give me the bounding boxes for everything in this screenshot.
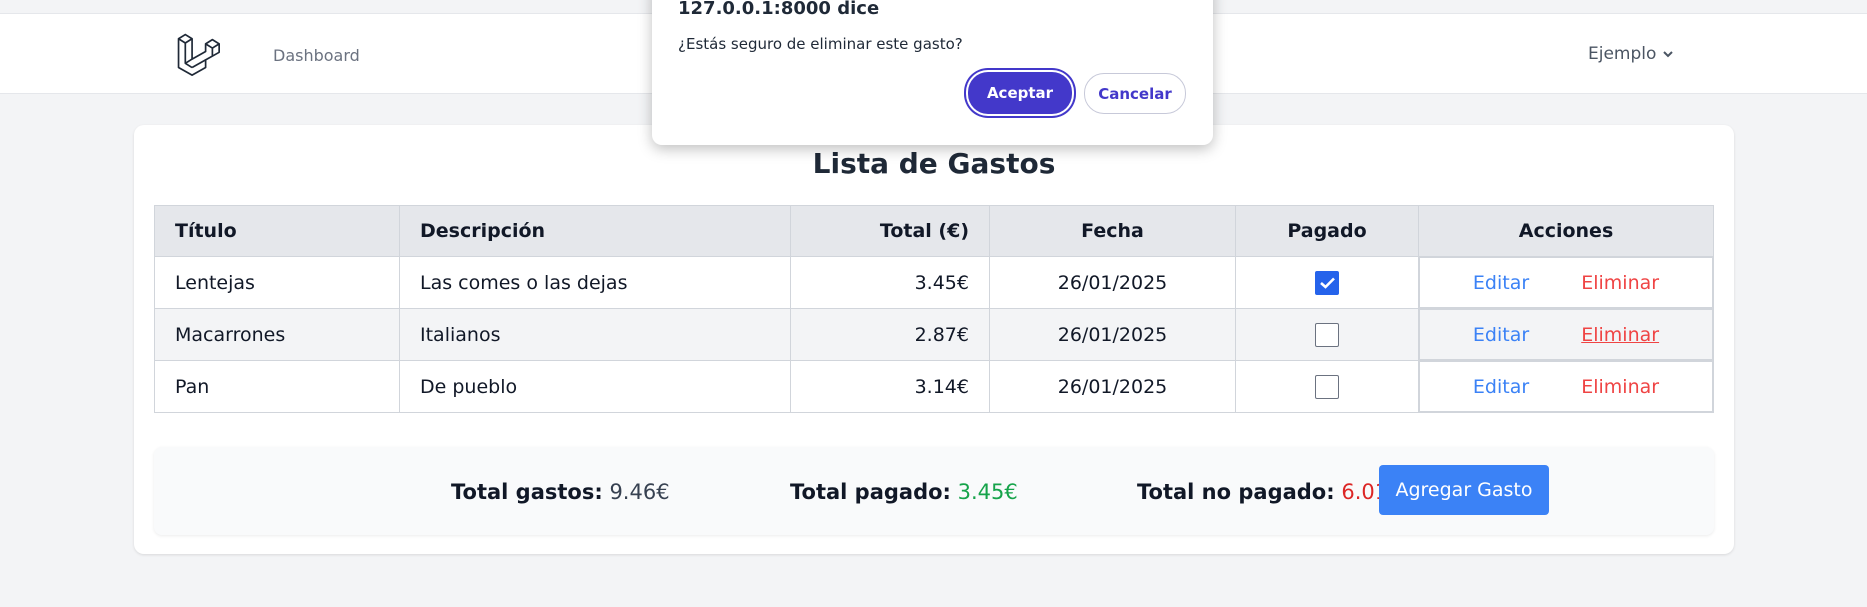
nav-dashboard-link[interactable]: Dashboard	[273, 46, 360, 65]
cell-acciones: Editar Eliminar	[1418, 308, 1714, 361]
total-gastos-label: Total gastos:	[451, 480, 603, 504]
checkmark-icon	[1320, 277, 1335, 289]
table-row: Pan De pueblo 3.14€ 26/01/2025 Editar El…	[154, 360, 1714, 413]
user-menu[interactable]: Ejemplo	[1588, 44, 1674, 64]
table-row: Macarrones Italianos 2.87€ 26/01/2025 Ed…	[154, 308, 1714, 361]
delete-link[interactable]: Eliminar	[1581, 324, 1659, 346]
cell-acciones: Editar Eliminar	[1418, 360, 1714, 413]
laravel-logo-icon[interactable]	[176, 32, 220, 76]
cancel-button[interactable]: Cancelar	[1084, 73, 1186, 114]
cell-titulo: Macarrones	[154, 308, 400, 361]
cell-descripcion: Las comes o las dejas	[399, 256, 791, 309]
cell-total: 2.87€	[790, 308, 990, 361]
expenses-table: Título Descripción Total (€) Fecha Pagad…	[154, 205, 1714, 413]
cell-descripcion: De pueblo	[399, 360, 791, 413]
chevron-down-icon	[1663, 51, 1674, 58]
total-pagado-value: 3.45€	[957, 480, 1018, 504]
header-titulo: Título	[154, 205, 400, 257]
edit-link[interactable]: Editar	[1473, 376, 1529, 398]
edit-link[interactable]: Editar	[1473, 324, 1529, 346]
page-title: Lista de Gastos	[812, 147, 1056, 180]
delete-link[interactable]: Eliminar	[1581, 376, 1659, 398]
cell-pagado	[1235, 308, 1419, 361]
header-descripcion: Descripción	[399, 205, 791, 257]
total-gastos: Total gastos: 9.46€	[451, 480, 670, 504]
cell-fecha: 26/01/2025	[989, 360, 1236, 413]
table-row: Lentejas Las comes o las dejas 3.45€ 26/…	[154, 256, 1714, 309]
cell-descripcion: Italianos	[399, 308, 791, 361]
header-acciones: Acciones	[1418, 205, 1714, 257]
delete-link[interactable]: Eliminar	[1581, 272, 1659, 294]
paid-checkbox[interactable]	[1315, 270, 1339, 295]
table-header-row: Título Descripción Total (€) Fecha Pagad…	[154, 205, 1714, 257]
total-no-pagado-label: Total no pagado:	[1137, 480, 1335, 504]
cell-titulo: Lentejas	[154, 256, 400, 309]
total-gastos-value: 9.46€	[609, 480, 670, 504]
total-no-pagado: Total no pagado: 6.01€	[1137, 480, 1401, 504]
cell-fecha: 26/01/2025	[989, 308, 1236, 361]
dialog-message: ¿Estás seguro de eliminar este gasto?	[678, 35, 963, 53]
paid-checkbox[interactable]	[1315, 374, 1339, 399]
total-pagado-label: Total pagado:	[790, 480, 951, 504]
accept-button[interactable]: Aceptar	[968, 72, 1072, 114]
add-expense-button[interactable]: Agregar Gasto	[1379, 465, 1549, 515]
dialog-title: 127.0.0.1:8000 dice	[678, 0, 880, 19]
header-pagado: Pagado	[1235, 205, 1419, 257]
expenses-card: Lista de Gastos Título Descripción Total…	[134, 125, 1734, 554]
cell-titulo: Pan	[154, 360, 400, 413]
user-name: Ejemplo	[1588, 44, 1657, 64]
total-pagado: Total pagado: 3.45€	[790, 480, 1018, 504]
edit-link[interactable]: Editar	[1473, 272, 1529, 294]
cell-pagado	[1235, 256, 1419, 309]
cell-fecha: 26/01/2025	[989, 256, 1236, 309]
cell-total: 3.45€	[790, 256, 990, 309]
cell-total: 3.14€	[790, 360, 990, 413]
header-total: Total (€)	[790, 205, 990, 257]
header-fecha: Fecha	[989, 205, 1236, 257]
cell-pagado	[1235, 360, 1419, 413]
summary-panel: Total gastos: 9.46€ Total pagado: 3.45€ …	[154, 447, 1714, 535]
cell-acciones: Editar Eliminar	[1418, 256, 1714, 309]
confirm-dialog: 127.0.0.1:8000 dice ¿Estás seguro de eli…	[652, 0, 1213, 145]
paid-checkbox[interactable]	[1315, 322, 1339, 347]
